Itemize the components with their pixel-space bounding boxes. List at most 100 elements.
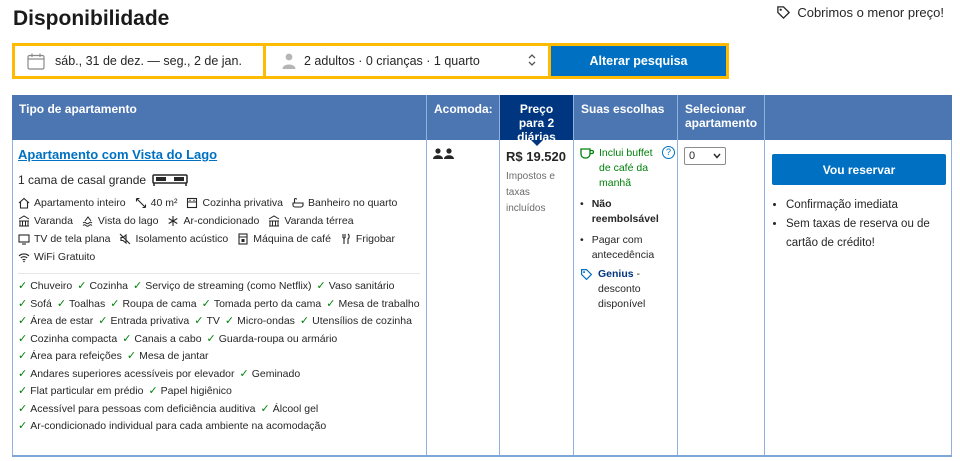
- room-feature-label: Máquina de café: [253, 233, 331, 245]
- checkmark-icon: ✓: [260, 402, 270, 415]
- amenity-item: ✓ Mesa de trabalho: [326, 297, 419, 312]
- amenity-item: ✓ Chuveiro: [18, 279, 72, 294]
- price-match-link[interactable]: Cobrimos o menor preço!: [776, 5, 944, 20]
- price-taxes-note: Impostos e taxas incluídos: [506, 171, 555, 214]
- calendar-icon: [27, 53, 45, 70]
- amenity-label: Papel higiênico: [160, 385, 232, 397]
- checkmark-icon: ✓: [122, 332, 132, 345]
- amenity-label: Canais a cabo: [134, 332, 202, 345]
- room-feature-label: Banheiro no quarto: [308, 197, 398, 209]
- amenity-label: Sofá: [30, 297, 52, 310]
- price-cell: R$ 19.520 Impostos e taxas incluídos: [500, 140, 574, 455]
- amenity-item: ✓ Sofá: [18, 297, 52, 312]
- amenity-item: ✓ Cozinha: [77, 279, 128, 294]
- bath-icon: [292, 197, 304, 209]
- date-range-value: sáb., 31 de dez. — seg., 2 de jan.: [55, 54, 242, 68]
- reserve-benefits: Confirmação imediata Sem taxas de reserv…: [772, 196, 944, 253]
- room-feature: Varanda: [18, 215, 73, 227]
- reserve-button[interactable]: Vou reservar: [772, 154, 946, 185]
- room-feature: Máquina de café: [237, 233, 331, 245]
- table-header: Tipo de apartamento Acomoda: Preço para …: [12, 95, 952, 146]
- room-features: Apartamento inteiro 40 m² Cozinha privativ…: [18, 197, 420, 263]
- price-match-label: Cobrimos o menor preço!: [797, 5, 944, 20]
- room-feature: Banheiro no quarto: [292, 197, 397, 209]
- reserve-cell: Vou reservar Confirmação imediata Sem ta…: [765, 140, 952, 455]
- checkmark-icon: ✓: [18, 350, 28, 362]
- amenity-label: Guarda-roupa ou armário: [218, 332, 338, 345]
- search-bar: sáb., 31 de dez. — seg., 2 de jan. 2 adu…: [12, 43, 729, 79]
- checkmark-icon: ✓: [206, 332, 216, 345]
- room-feature: Varanda térrea: [268, 215, 354, 227]
- date-picker[interactable]: sáb., 31 de dez. — seg., 2 de jan.: [15, 46, 263, 76]
- checkmark-icon: ✓: [239, 367, 249, 380]
- pay-advance-choice: • Pagar com antecedência: [580, 233, 671, 263]
- amenity-item: ✓ Ar-condicionado individual para cada am…: [18, 419, 326, 434]
- checkmark-icon: ✓: [56, 297, 67, 310]
- amenity-label: Área para refeições: [30, 350, 122, 362]
- checkmark-icon: ✓: [194, 315, 204, 327]
- room-feature: 40 m²: [135, 197, 177, 209]
- room-feature-label: Vista do lago: [97, 215, 159, 227]
- bullet: •: [580, 234, 584, 246]
- checkmark-icon: ✓: [18, 402, 28, 415]
- amenity-label: Serviço de streaming (como Netflix): [145, 280, 312, 292]
- two-guests-icon: [433, 148, 493, 159]
- amenity-item: ✓ Roupa de cama: [110, 297, 196, 312]
- amenity-item: ✓ Serviço de streaming (como Netflix): [133, 279, 312, 294]
- tag-icon: [777, 6, 791, 20]
- house-icon: [18, 197, 30, 209]
- change-search-button[interactable]: Alterar pesquisa: [551, 46, 726, 76]
- amenity-label: Toalhas: [69, 297, 106, 310]
- amenity-item: ✓ Entrada privativa: [98, 314, 189, 329]
- guests-selector[interactable]: 2 adultos · 0 crianças · 1 quarto: [266, 46, 548, 76]
- amenity-label: Entrada privativa: [110, 315, 190, 327]
- checkmark-icon: ✓: [18, 332, 28, 345]
- availability-table: Tipo de apartamento Acomoda: Preço para …: [12, 95, 952, 457]
- amenity-item: ✓ Flat particular em prédio: [18, 384, 143, 399]
- amenity-item: ✓ Cozinha compacta: [18, 332, 117, 347]
- amenity-label: Vaso sanitário: [328, 280, 395, 292]
- amenity-label: TV: [206, 315, 220, 327]
- room-feature: TV de tela plana: [18, 233, 110, 245]
- checkmark-icon: ✓: [299, 315, 310, 327]
- amenity-label: Cozinha compacta: [30, 332, 118, 345]
- non-refundable-choice: • Não reembolsável: [580, 197, 671, 227]
- room-feature: Cozinha privativa: [186, 197, 283, 209]
- checkmark-icon: ✓: [110, 297, 120, 310]
- amenity-label: Área de estar: [30, 315, 94, 327]
- amenity-item: ✓ TV: [194, 314, 220, 329]
- amenity-item: ✓ Álcool gel: [261, 402, 319, 417]
- wifi-icon: [18, 251, 30, 263]
- bed-info: 1 cama de casal grande: [18, 173, 420, 187]
- room-quantity-select[interactable]: 0: [684, 147, 726, 165]
- select-value: 0: [689, 150, 696, 162]
- amenity-item: ✓ Andares superiores acessíveis por eleva…: [18, 367, 235, 382]
- amenity-item: ✓ Micro-ondas: [225, 314, 295, 329]
- checkmark-icon: ✓: [98, 315, 108, 327]
- amenity-label: Cozinha: [89, 280, 128, 292]
- header-price[interactable]: Preço para 2 diárias: [500, 95, 574, 146]
- chevron-updown-icon: [528, 54, 536, 69]
- header-select: Selecionar apartamento: [678, 95, 765, 140]
- amenity-item: ✓ Papel higiênico: [148, 384, 231, 399]
- genius-label: Genius: [598, 268, 634, 280]
- guests-value: 2 adultos · 0 crianças · 1 quarto: [304, 54, 480, 68]
- lake-icon: [82, 215, 94, 227]
- table-row: Apartamento com Vista do Lago 1 cama de …: [12, 140, 952, 457]
- room-feature-label: Isolamento acústico: [135, 233, 229, 245]
- genius-choice: Genius - desconto disponível: [580, 267, 671, 312]
- divider: [18, 273, 420, 274]
- amenity-label: Utensílios de cozinha: [312, 315, 412, 327]
- non-refundable-label: Não reembolsável: [591, 198, 659, 225]
- room-feature: Vista do lago: [82, 215, 159, 227]
- header-sleeps: Acomoda:: [427, 95, 500, 140]
- amenity-label: Mesa de jantar: [139, 350, 209, 362]
- checkmark-icon: ✓: [126, 350, 137, 362]
- amenity-label: Roupa de cama: [122, 297, 197, 310]
- header-empty: [765, 95, 952, 140]
- help-icon[interactable]: ?: [662, 146, 675, 159]
- room-name-link[interactable]: Apartamento com Vista do Lago: [18, 147, 217, 162]
- amenity-label: Micro-ondas: [237, 315, 295, 327]
- breakfast-choice: Inclui buffet de café da manhã ?: [580, 146, 675, 191]
- select-cell: 0: [678, 140, 765, 455]
